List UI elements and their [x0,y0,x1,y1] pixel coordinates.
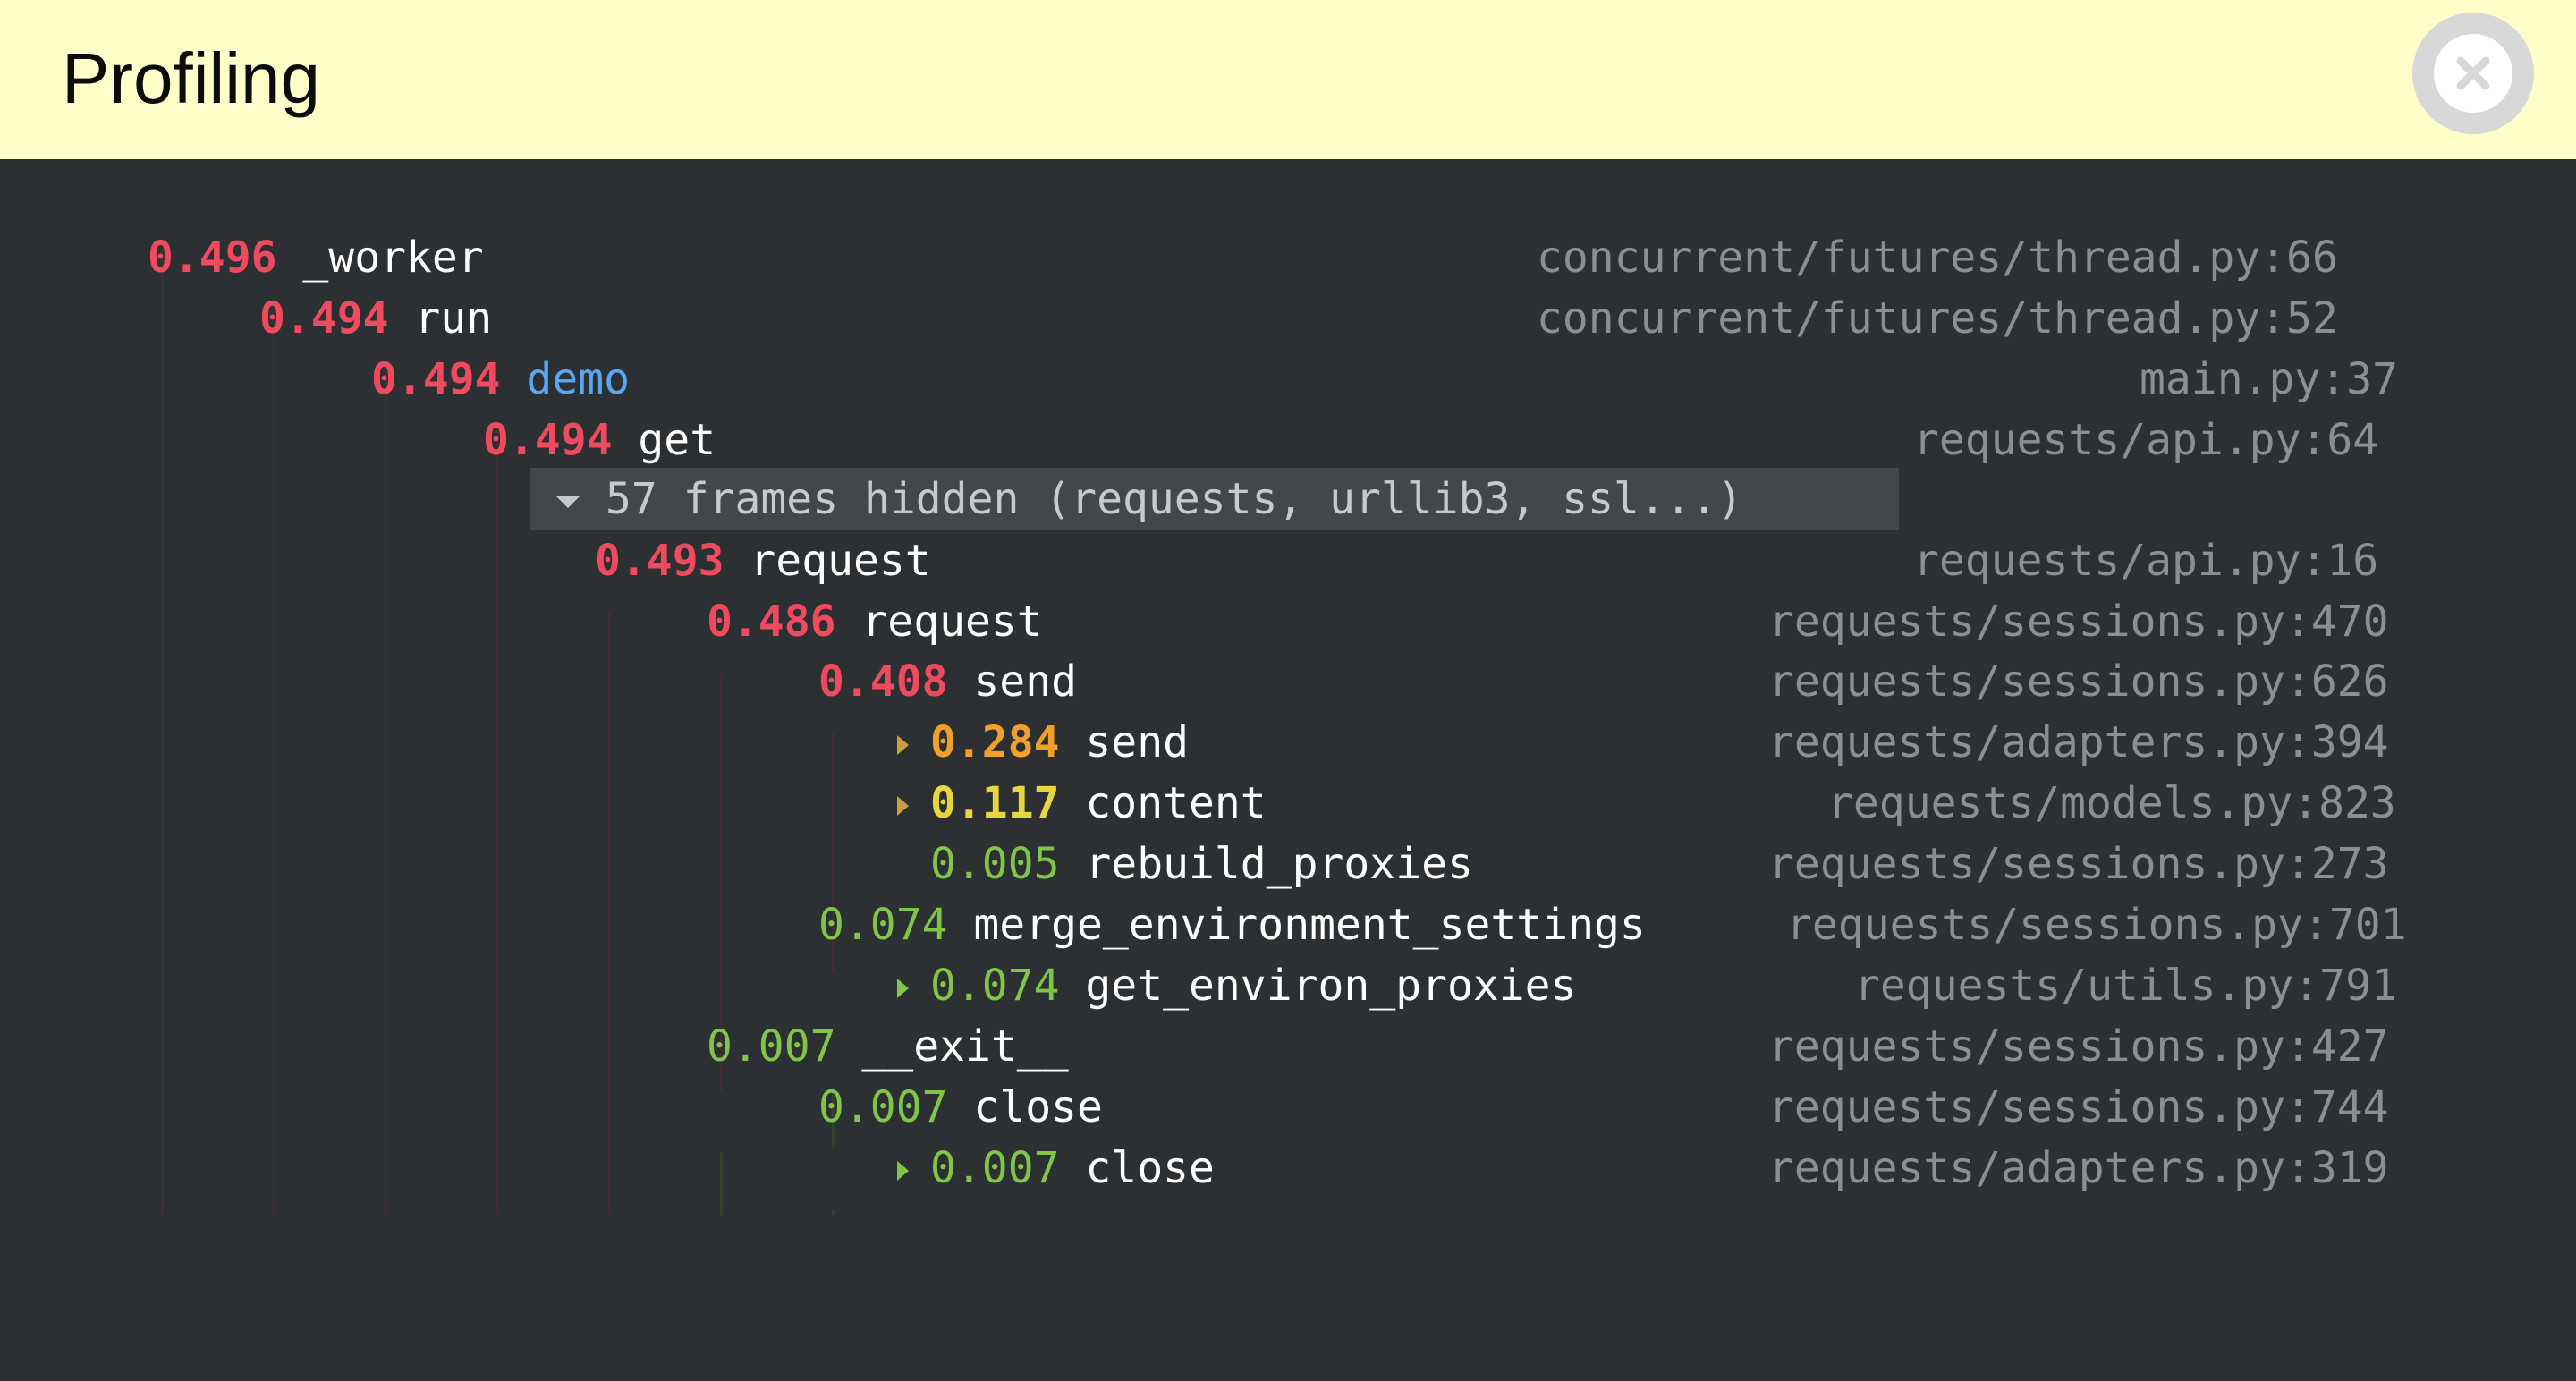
frame-time: 0.007 [818,1082,948,1132]
frame-function: merge_environment_settings [973,900,1646,950]
frame-location: requests/sessions.py:273 [1768,839,2389,889]
list-item[interactable]: 0.408 send requests/sessions.py:626 [0,651,2576,712]
list-item[interactable]: 0.074 get_environ_proxies requests/utils… [0,955,2576,1016]
list-item[interactable]: 0.007 close requests/sessions.py:744 [0,1077,2576,1138]
frame-time: 0.117 [930,778,1060,828]
list-item[interactable]: 0.284 send requests/adapters.py:394 [0,712,2576,773]
page-title: Profiling [62,38,321,118]
collapse-triangle-icon[interactable] [555,496,580,508]
frame-time: 0.494 [259,293,389,343]
expand-triangle-icon[interactable] [897,1161,909,1181]
frame-time: 0.284 [930,717,1060,767]
frame-location: requests/sessions.py:626 [1768,657,2389,707]
frame-time: 0.493 [595,536,724,586]
frame-function: run [414,293,493,343]
frame-time: 0.074 [818,900,948,950]
list-item[interactable]: 0.486 request requests/sessions.py:470 [0,591,2576,652]
frame-function: send [973,657,1077,707]
frame-function: close [1085,1143,1215,1193]
close-button[interactable] [2412,13,2534,134]
frame-time: 0.496 [148,233,277,283]
frame-location: main.py:37 [2140,354,2398,404]
frame-time: 0.494 [483,415,613,465]
indent-guide [832,1210,835,1215]
list-item[interactable]: 0.005 rebuild_proxies requests/sessions.… [0,834,2576,894]
frame-function: send [1085,717,1189,767]
expand-triangle-icon[interactable] [897,796,909,816]
frame-function: _worker [302,233,484,283]
frame-time: 0.408 [818,657,948,707]
list-item[interactable]: 0.496 _worker concurrent/futures/thread.… [0,227,2576,288]
frame-location: requests/adapters.py:394 [1768,717,2389,767]
frame-location: requests/api.py:16 [1913,536,2379,586]
list-item[interactable]: 0.494 run concurrent/futures/thread.py:5… [0,288,2576,349]
frame-time: 0.007 [707,1021,836,1072]
list-item[interactable]: 0.493 request requests/api.py:16 [0,530,2576,591]
frame-function: close [973,1082,1103,1132]
list-item[interactable]: 0.494 demo main.py:37 [0,349,2576,410]
frame-location: requests/adapters.py:319 [1768,1143,2389,1193]
frame-location: requests/sessions.py:470 [1768,597,2389,647]
frame-location: requests/utils.py:791 [1854,961,2397,1011]
frame-time: 0.494 [371,354,501,404]
frame-function: rebuild_proxies [1085,839,1473,889]
list-item[interactable]: 0.007 close requests/adapters.py:319 [0,1138,2576,1199]
frame-function: get [638,415,716,465]
frame-function: request [861,597,1043,647]
frame-time: 0.486 [707,597,836,647]
call-tree: 0.496 _worker concurrent/futures/thread.… [0,159,2576,1215]
frame-location: concurrent/futures/thread.py:52 [1537,293,2338,343]
list-item[interactable]: 0.494 get requests/api.py:64 [0,410,2576,470]
frame-location: requests/sessions.py:744 [1768,1082,2389,1132]
list-item[interactable]: 0.117 content requests/models.py:823 [0,773,2576,834]
frame-location: concurrent/futures/thread.py:66 [1537,233,2338,283]
frame-time: 0.074 [930,961,1060,1011]
frame-function: __exit__ [861,1021,1069,1072]
frame-location: requests/models.py:823 [1827,778,2396,828]
frame-time: 0.007 [930,1143,1060,1193]
list-item[interactable]: 0.074 merge_environment_settings request… [0,894,2576,955]
frame-function: request [750,536,931,586]
expand-triangle-icon[interactable] [897,735,909,755]
hidden-frames-label: 57 frames hidden (requests, urllib3, ssl… [606,474,1743,524]
frame-function: demo [526,354,630,404]
frame-location: requests/api.py:64 [1913,415,2379,465]
list-item[interactable]: 0.007 __exit__ requests/sessions.py:427 [0,1016,2576,1077]
close-icon[interactable] [2434,34,2512,113]
hidden-frames-group[interactable]: 57 frames hidden (requests, urllib3, ssl… [530,468,1899,530]
frame-location: requests/sessions.py:701 [1786,900,2407,950]
expand-triangle-icon[interactable] [897,979,909,998]
frame-function: content [1085,778,1267,828]
frame-location: requests/sessions.py:427 [1768,1021,2389,1072]
frame-function: get_environ_proxies [1085,961,1577,1011]
profiling-header: Profiling [0,0,2576,159]
frame-time: 0.005 [930,839,1060,889]
